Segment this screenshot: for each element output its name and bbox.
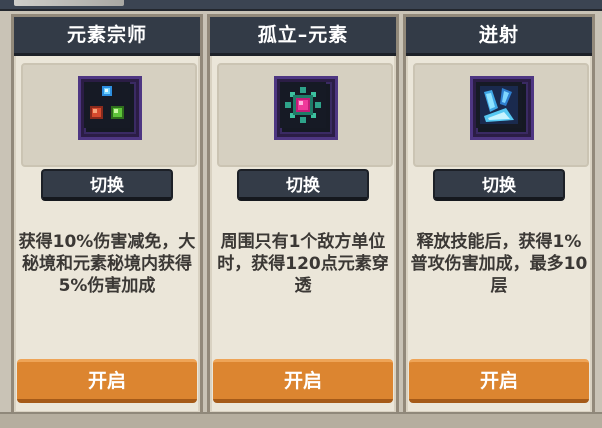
burst-icon — [473, 79, 531, 137]
header-strip — [0, 0, 602, 11]
talent-description: 周围只有1个敌方单位时，获得120点元素穿透 — [217, 232, 389, 296]
elements-icon — [81, 79, 139, 137]
start-button[interactable]: 开启 — [409, 359, 589, 403]
talent-description: 释放技能后，获得1%普攻伤害加成，最多10层 — [410, 232, 588, 296]
talent-panel: 元素宗师 切换 获得10%伤害减免，大秘境和元素秘境内获得5%伤害加成 开启 孤… — [0, 0, 602, 428]
isolated-element-icon — [277, 79, 335, 137]
switch-button[interactable]: 切换 — [237, 169, 369, 201]
header-title-blur — [14, 0, 124, 6]
icon-panel — [217, 63, 393, 167]
start-button[interactable]: 开启 — [17, 359, 197, 403]
icon-panel — [413, 63, 589, 167]
start-button[interactable]: 开启 — [213, 359, 393, 403]
card-title: 迸射 — [406, 17, 592, 56]
talent-card-elemental-master: 元素宗师 切换 获得10%伤害减免，大秘境和元素秘境内获得5%伤害加成 开启 — [11, 14, 203, 416]
switch-button[interactable]: 切换 — [41, 169, 173, 201]
talent-card-burst: 迸射 切换 释放技能后，获得1%普攻伤害加成，最多10层 开启 — [403, 14, 595, 416]
card-title: 孤立–元素 — [210, 17, 396, 56]
card-title: 元素宗师 — [14, 17, 200, 56]
panel-bottom-edge — [0, 412, 602, 428]
talent-description: 获得10%伤害减免，大秘境和元素秘境内获得5%伤害加成 — [18, 232, 196, 296]
switch-button[interactable]: 切换 — [433, 169, 565, 201]
icon-panel — [21, 63, 197, 167]
talent-card-isolated-element: 孤立–元素 切换 周围只有1个敌方单位时，获得120点元素穿透 开启 — [207, 14, 399, 416]
